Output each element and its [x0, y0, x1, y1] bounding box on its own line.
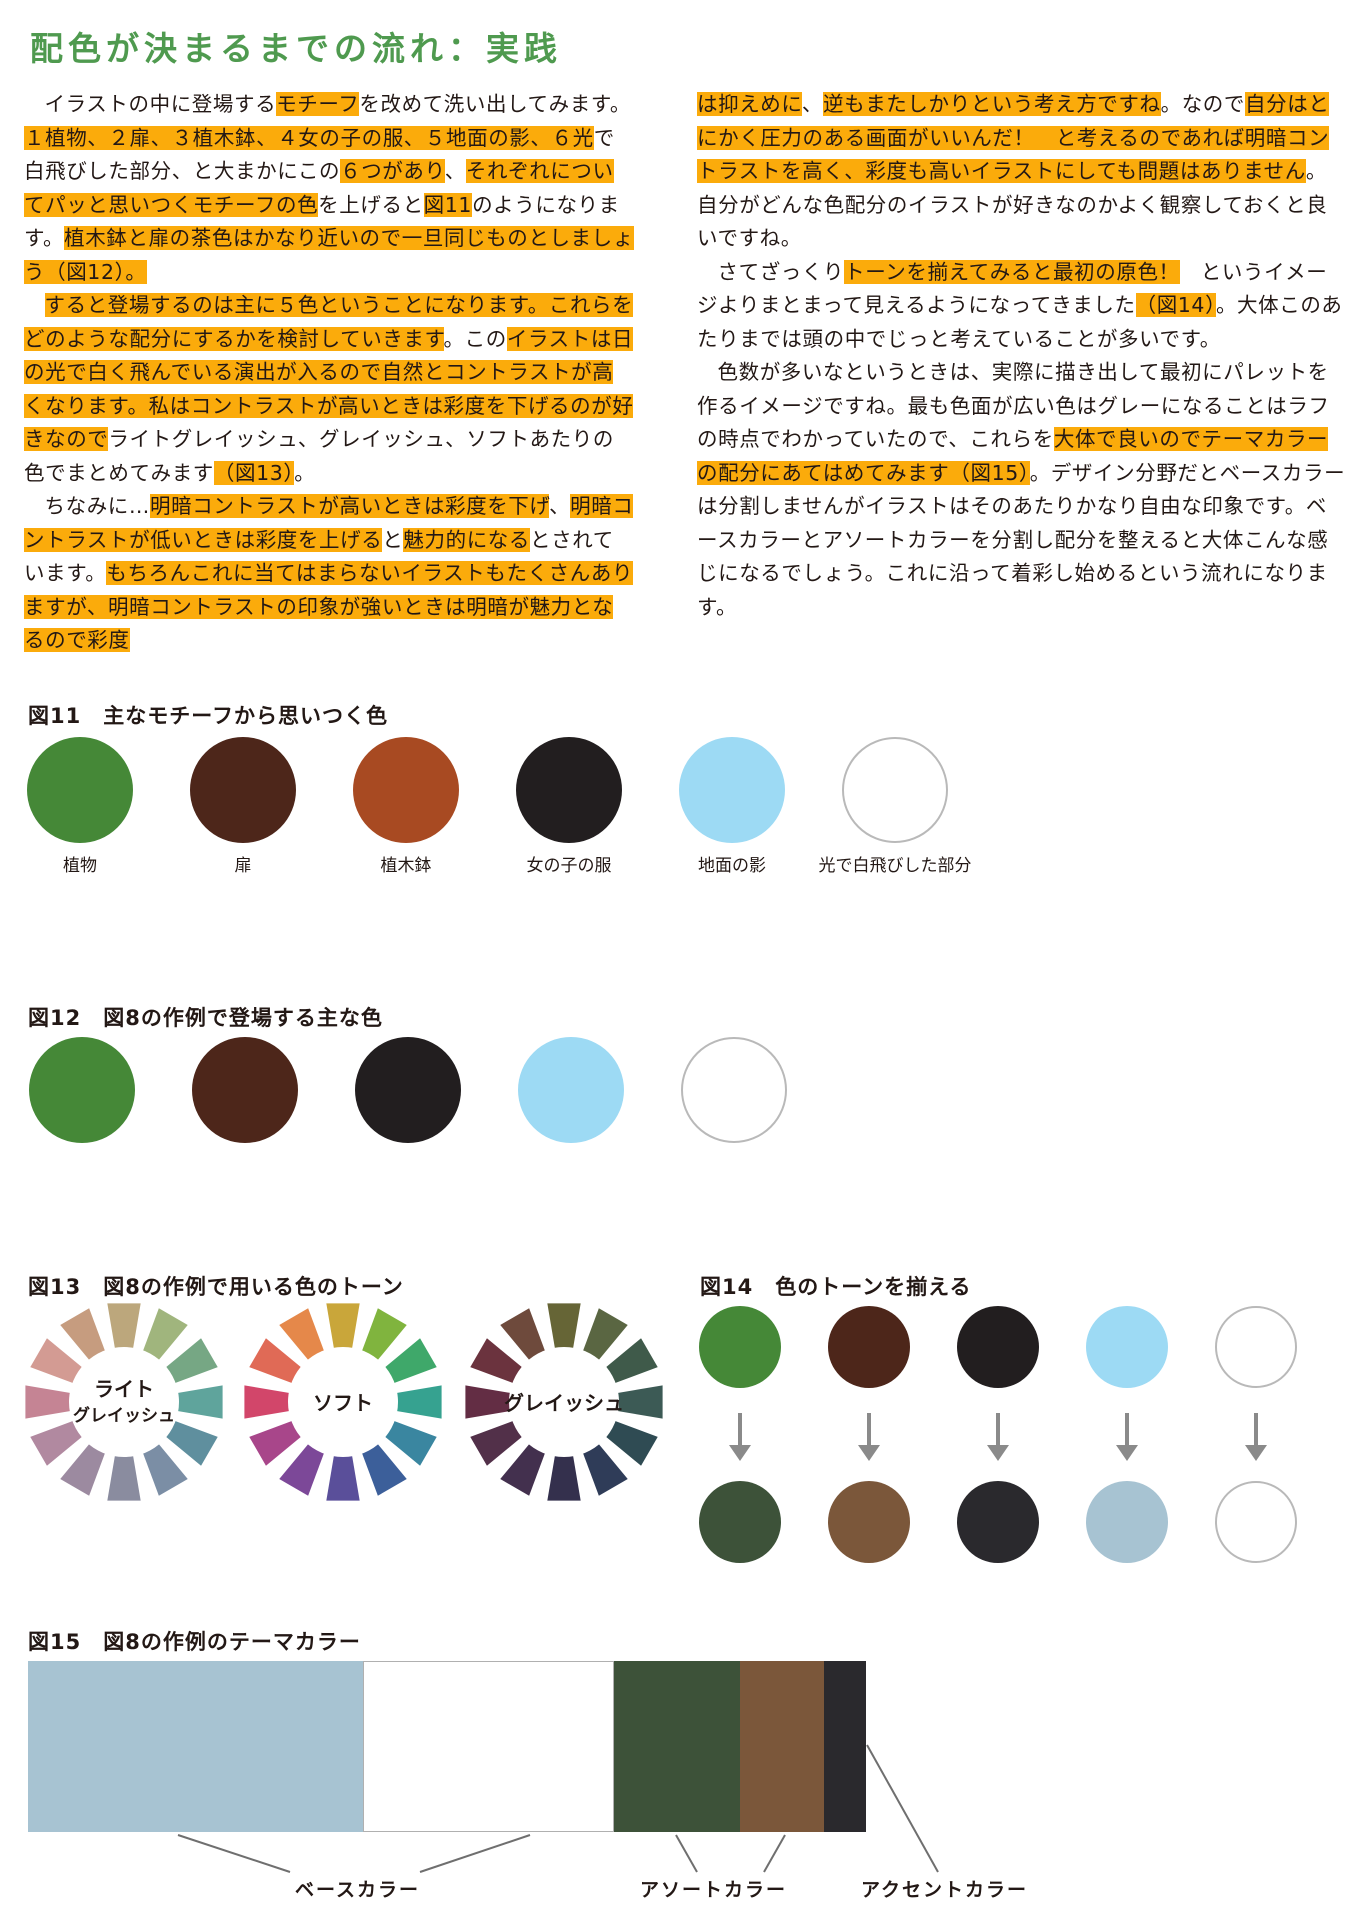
fig15-leader-lines [177, 1744, 939, 1873]
base-color-label: ベースカラー [295, 1879, 421, 1901]
accent-color-label: アクセントカラー [861, 1879, 1029, 1901]
assort-color-label: アソートカラー [640, 1879, 788, 1901]
